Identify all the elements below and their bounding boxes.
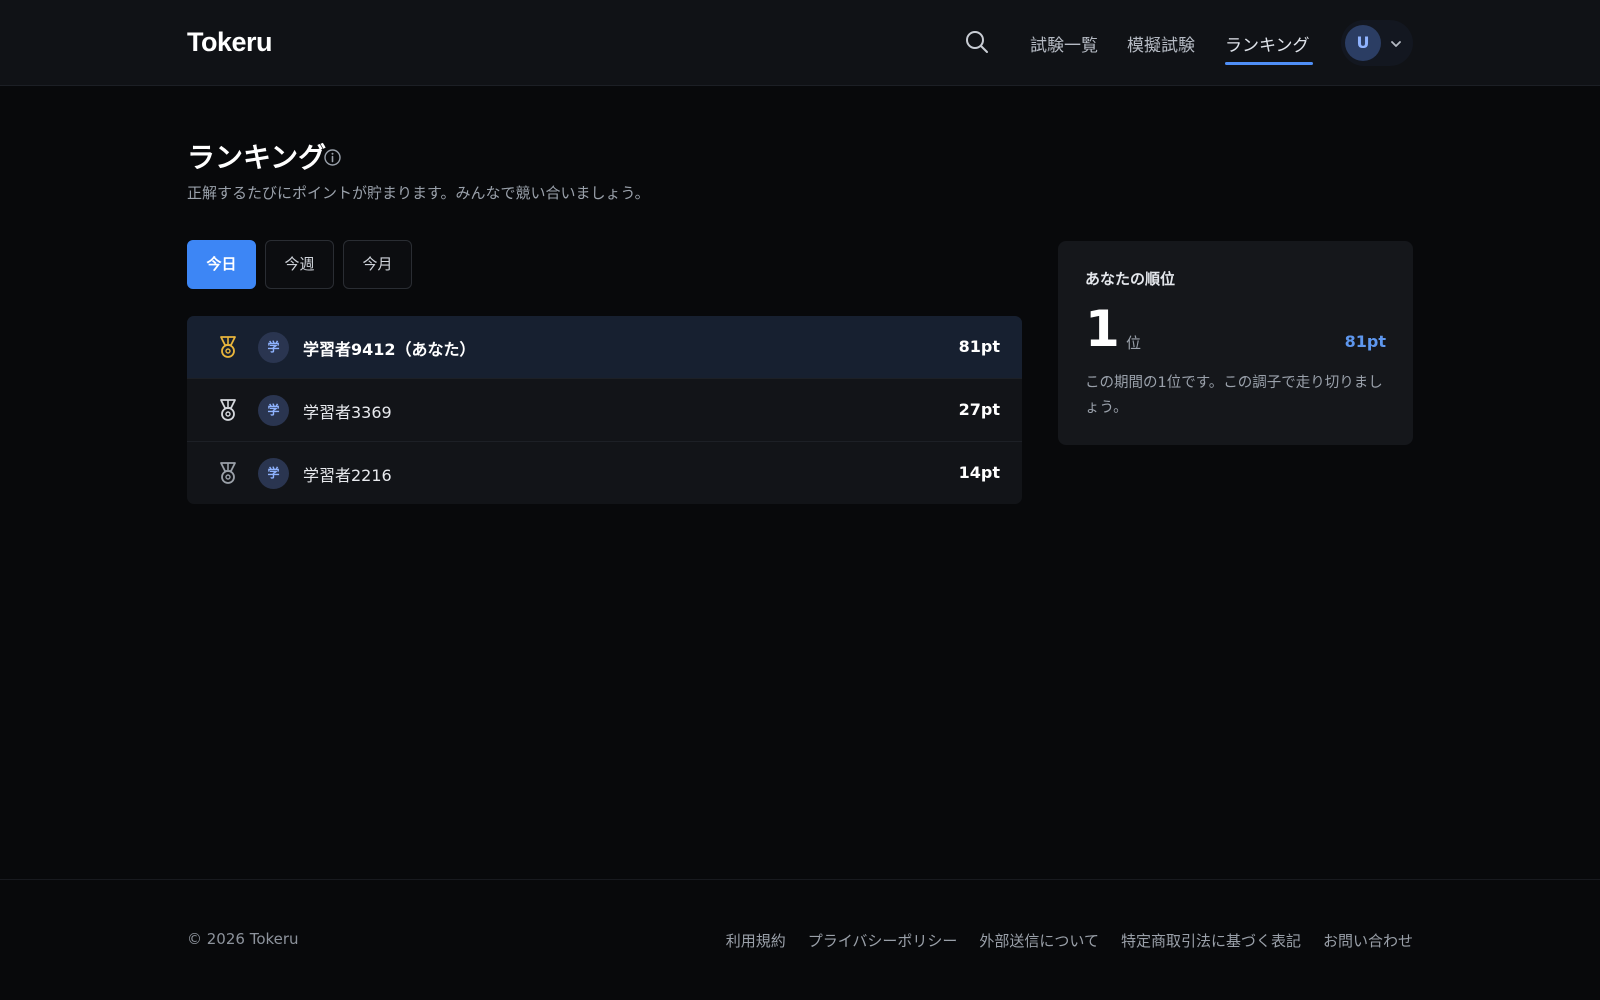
points: 14pt [958, 463, 1000, 482]
my-rank-message: この期間の1位です。この調子で走り切りましょう。 [1085, 375, 1383, 416]
footer-link-external-transmission[interactable]: 外部送信について [979, 930, 1099, 951]
user-menu-button[interactable]: U [1341, 20, 1413, 66]
tab-this-month[interactable]: 今月 [343, 240, 412, 289]
footer-link-contact[interactable]: お問い合わせ [1323, 930, 1413, 951]
footer-links: 利用規約 プライバシーポリシー 外部送信について 特定商取引法に基づく表記 お問… [726, 930, 1413, 951]
my-rank-label: あなたの順位 [1085, 270, 1176, 288]
my-rank-number: 1 [1085, 300, 1120, 358]
logo[interactable]: Tokeru [187, 27, 273, 58]
info-icon[interactable] [323, 148, 342, 167]
footer-link-terms[interactable]: 利用規約 [726, 930, 786, 951]
footer-divider [0, 879, 1600, 880]
points: 81pt [958, 337, 1000, 356]
avatar: 学 [258, 395, 289, 426]
nav-ranking[interactable]: ランキング [1225, 31, 1310, 56]
silver-medal-icon [215, 397, 241, 423]
chevron-down-icon [1389, 36, 1403, 50]
top-header: Tokeru 試験一覧 模擬試験 ランキング U [0, 0, 1600, 86]
bronze-medal-icon [215, 460, 241, 486]
avatar: 学 [258, 458, 289, 489]
nav-exam-list[interactable]: 試験一覧 [1030, 31, 1098, 56]
user-name: 学習者9412（あなた） [303, 340, 476, 359]
ranking-row: 学 学習者2216 14pt [187, 442, 1022, 504]
footer-link-privacy[interactable]: プライバシーポリシー [808, 930, 958, 951]
my-rank-card: あなたの順位 1 位 81pt この期間の1位です。この調子で走り切りましょう。 [1058, 241, 1413, 445]
my-rank-points: 81pt [1344, 332, 1386, 351]
my-rank-unit: 位 [1126, 334, 1142, 352]
page-subtitle: 正解するたびにポイントが貯まります。みんなで競い合いましょう。 [187, 184, 650, 202]
nav-mock-exam[interactable]: 模擬試験 [1127, 31, 1195, 56]
ranking-row: 学 学習者9412（あなた） 81pt [187, 316, 1022, 379]
user-name: 学習者3369 [303, 403, 392, 422]
tab-today[interactable]: 今日 [187, 240, 256, 289]
page-title: ランキング [187, 141, 327, 174]
copyright: © 2026 Tokeru [187, 930, 299, 948]
ranking-list: 学 学習者9412（あなた） 81pt 学 学習者3369 27pt 学 学習者 [187, 316, 1022, 504]
avatar: 学 [258, 332, 289, 363]
search-icon[interactable] [964, 29, 990, 55]
user-avatar: U [1345, 25, 1381, 61]
points: 27pt [958, 400, 1000, 419]
user-name: 学習者2216 [303, 466, 392, 485]
gold-medal-icon [215, 334, 241, 360]
nav-active-indicator [1225, 62, 1313, 65]
ranking-row: 学 学習者3369 27pt [187, 379, 1022, 442]
footer-link-commerce-law[interactable]: 特定商取引法に基づく表記 [1121, 930, 1301, 951]
tab-this-week[interactable]: 今週 [265, 240, 334, 289]
